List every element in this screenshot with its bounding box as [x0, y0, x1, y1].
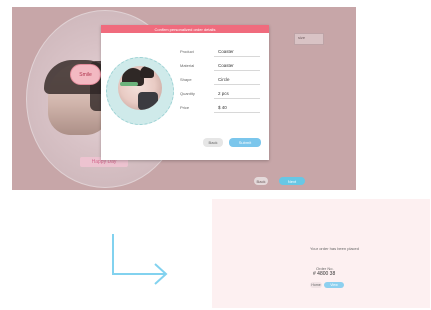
order-number-value: # 4800 38	[313, 271, 336, 277]
field-value-shape: Circle	[218, 77, 230, 82]
back-button[interactable]: Back	[254, 177, 268, 185]
dialog-submit-button[interactable]: Submit	[229, 138, 261, 147]
next-button[interactable]: Next	[279, 177, 305, 185]
field-divider	[214, 112, 260, 113]
field-label-product: Product	[180, 49, 194, 54]
field-label-material: Material	[180, 63, 195, 68]
order-confirmation-dialog: Confirm personalized order details Produ…	[101, 25, 269, 160]
order-complete-message: Your order has been placed	[310, 246, 359, 251]
field-divider	[214, 84, 260, 85]
flower-crown-shape	[120, 82, 138, 86]
coaster-photo	[118, 66, 162, 110]
field-label-price: Price	[180, 105, 190, 110]
field-divider	[214, 98, 260, 99]
speech-bubble-sticker: Smile	[70, 64, 101, 85]
order-complete-panel	[212, 199, 430, 308]
view-order-button[interactable]: View	[324, 282, 344, 288]
dialog-back-button[interactable]: Back	[203, 138, 223, 147]
field-divider	[214, 56, 260, 57]
transition-arrow-icon	[112, 234, 168, 285]
coaster-preview	[106, 57, 174, 125]
field-value-quantity: 2 pcs	[218, 91, 229, 96]
field-value-price: $ 40	[218, 105, 227, 110]
size-field-label: size	[298, 35, 306, 40]
groom-hair-shape	[140, 66, 154, 78]
groom-suit-shape	[138, 92, 158, 110]
field-value-product: Coaster	[218, 49, 234, 54]
field-label-shape: Shape	[180, 77, 192, 82]
field-value-material: Coaster	[218, 63, 234, 68]
home-button[interactable]: Home	[310, 282, 322, 288]
field-label-quantity: Quantity	[180, 91, 195, 96]
dialog-title: Confirm personalized order details	[101, 25, 269, 33]
field-divider	[214, 70, 260, 71]
